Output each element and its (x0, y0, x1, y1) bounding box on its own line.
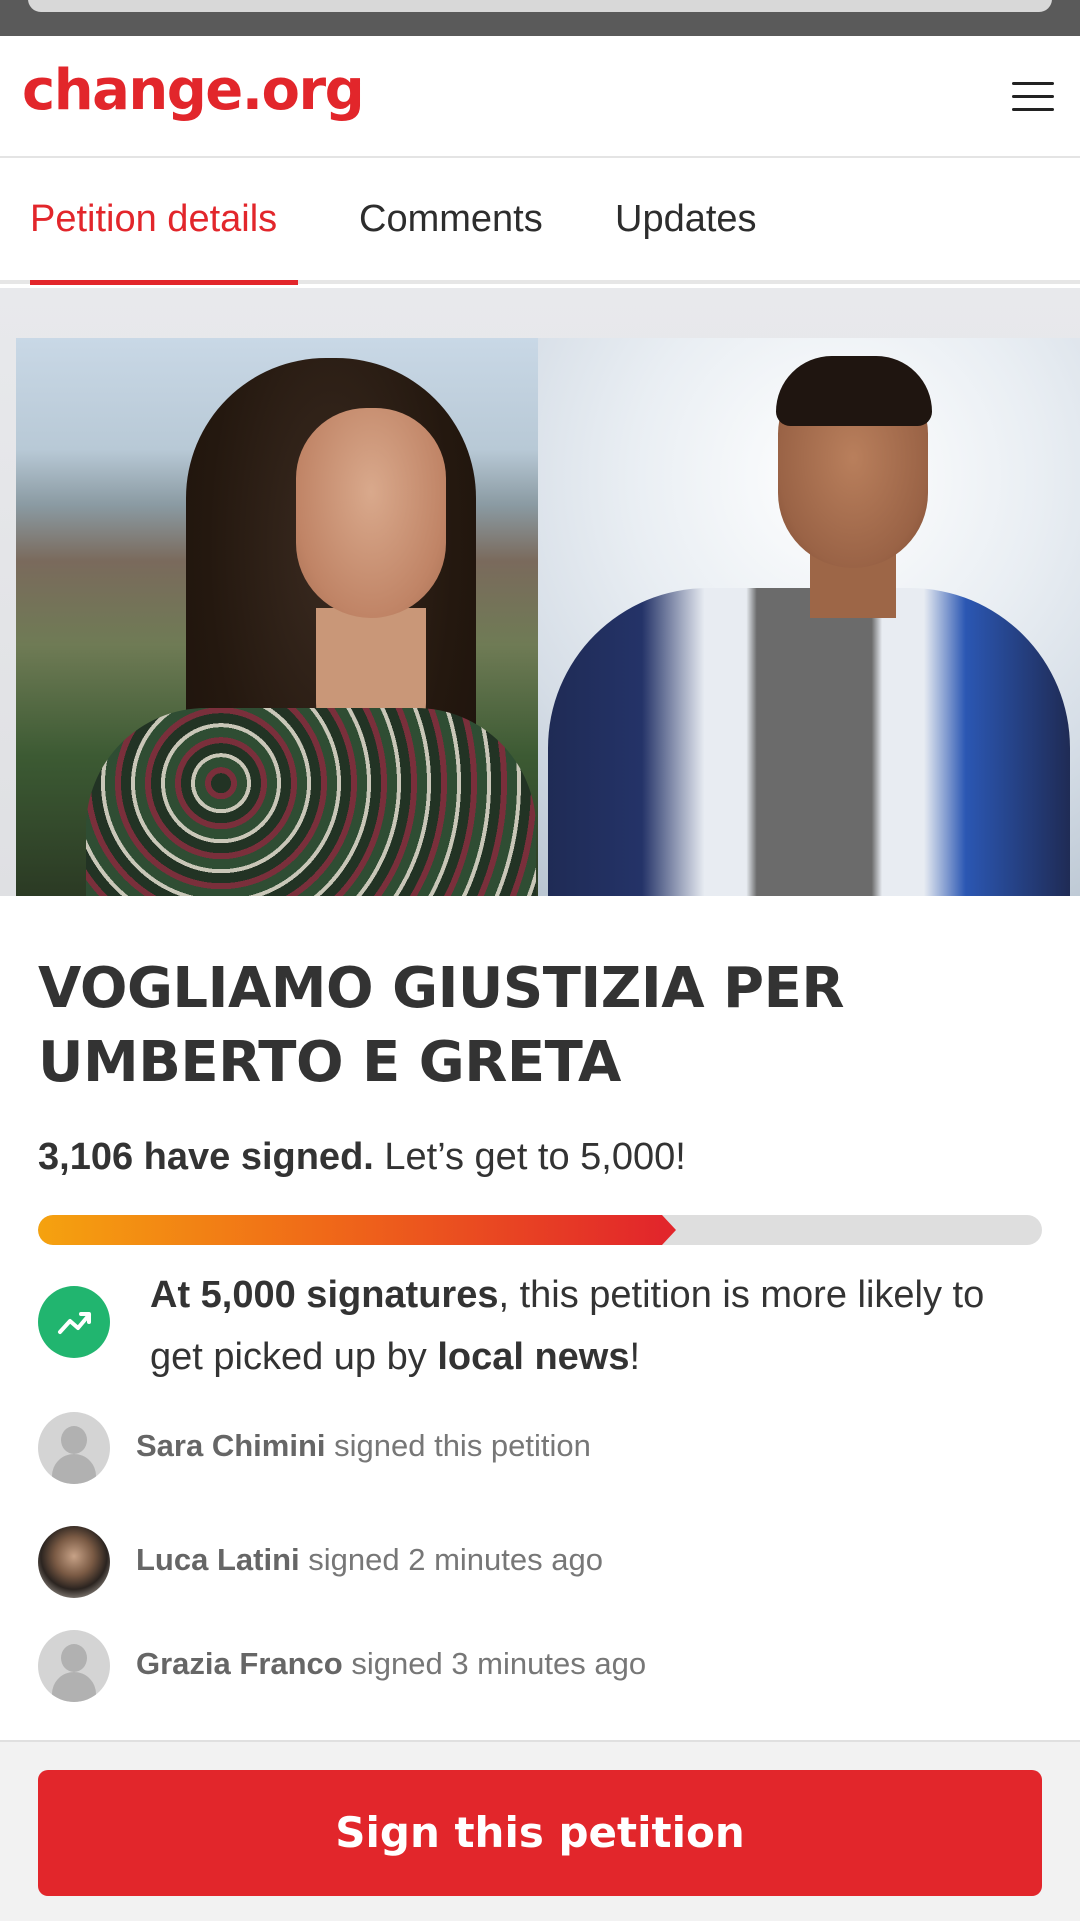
milestone-message: At 5,000 signatures, this petition is mo… (38, 1264, 1038, 1384)
sign-petition-button[interactable]: Sign this petition (38, 1770, 1042, 1896)
menu-line (1012, 108, 1054, 111)
signer-name: Luca Latini (136, 1542, 300, 1577)
signer-action: signed 3 minutes ago (342, 1646, 647, 1681)
signer-action: signed this petition (325, 1428, 591, 1463)
milestone-bold-signatures: At 5,000 signatures (150, 1274, 499, 1316)
signer-name: Grazia Franco (136, 1646, 343, 1681)
menu-line (1012, 82, 1054, 85)
hamburger-icon[interactable] (1012, 82, 1054, 112)
signer-text: Luca Latini signed 2 minutes ago (136, 1542, 603, 1578)
tab-updates[interactable]: Updates (615, 198, 757, 241)
recent-signer: Sara Chimini signed this petition (38, 1412, 1038, 1484)
signer-name: Sara Chimini (136, 1428, 326, 1463)
petition-title: VOGLIAMO GIUSTIZIA PER UMBERTO E GRETA (38, 956, 844, 1095)
menu-line (1012, 95, 1054, 98)
signer-action: signed 2 minutes ago (299, 1542, 603, 1577)
recent-signer: Luca Latini signed 2 minutes ago (38, 1526, 1038, 1598)
signed-count: 3,106 have signed. (38, 1136, 374, 1178)
browser-chrome (0, 0, 1080, 36)
signature-progress-bar (38, 1215, 1042, 1245)
tab-petition-details[interactable]: Petition details (30, 198, 277, 241)
signature-summary: 3,106 have signed. Let’s get to 5,000! (38, 1136, 686, 1179)
default-avatar-icon (38, 1630, 110, 1702)
signer-text: Sara Chimini signed this petition (136, 1428, 591, 1464)
address-bar[interactable] (28, 0, 1052, 12)
man-photo (538, 338, 1080, 896)
default-avatar-icon (38, 1412, 110, 1484)
milestone-text-end: ! (629, 1336, 641, 1378)
active-tab-indicator (30, 280, 298, 285)
tab-comments[interactable]: Comments (359, 198, 543, 241)
trending-up-icon (38, 1286, 110, 1358)
change-org-logo[interactable]: change.org (22, 58, 365, 123)
petition-tabs: Petition details Comments Updates (0, 158, 1080, 285)
woman-photo (16, 338, 538, 896)
signer-text: Grazia Franco signed 3 minutes ago (136, 1646, 646, 1682)
signature-progress-fill (38, 1215, 676, 1245)
recent-signer: Grazia Franco signed 3 minutes ago (38, 1630, 1038, 1702)
sign-bar: Sign this petition (0, 1740, 1080, 1921)
milestone-bold-local-news: local news (437, 1336, 630, 1378)
petition-hero-image (0, 288, 1080, 896)
site-header: change.org (0, 36, 1080, 158)
user-avatar (38, 1526, 110, 1598)
signature-goal: Let’s get to 5,000! (384, 1136, 686, 1178)
milestone-text: At 5,000 signatures, this petition is mo… (150, 1264, 1030, 1388)
